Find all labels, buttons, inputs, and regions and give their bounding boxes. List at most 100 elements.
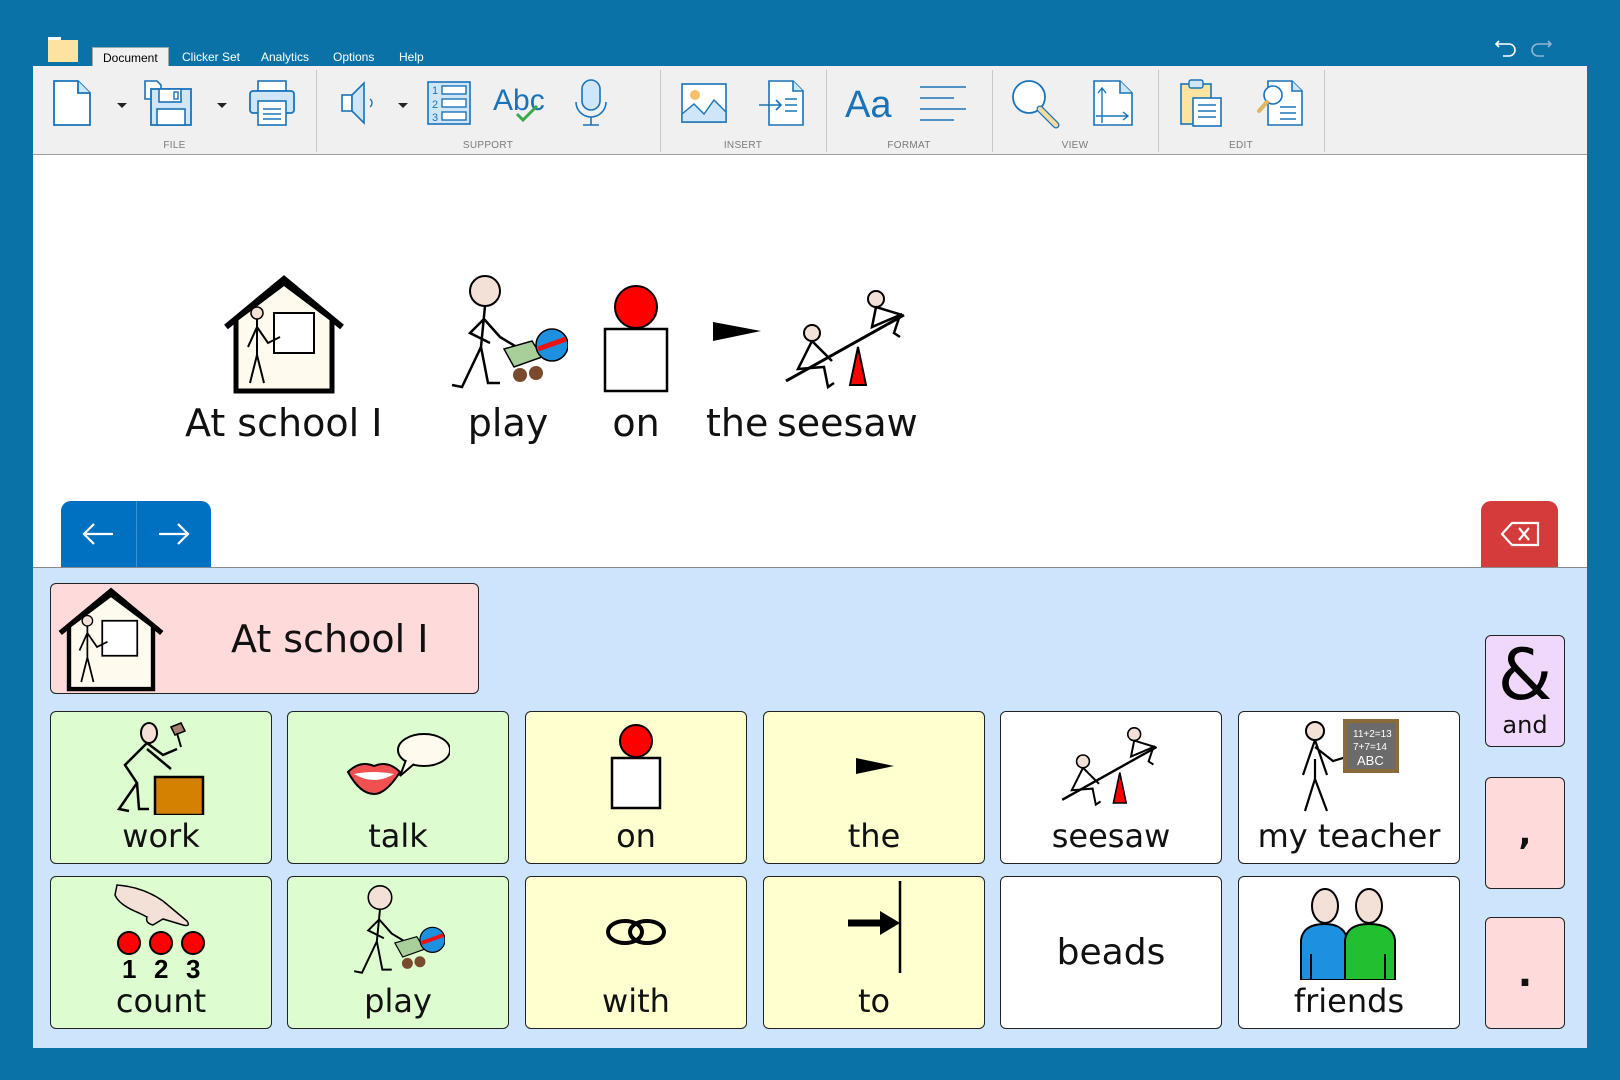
page-size-button[interactable] — [1086, 76, 1140, 130]
tab-analytics[interactable]: Analytics — [251, 47, 319, 67]
svg-text:Aa: Aa — [845, 84, 892, 126]
grid-cell-friends[interactable]: friends — [1238, 876, 1460, 1029]
school-symbol — [220, 265, 348, 395]
document-word[interactable]: seesaw — [777, 265, 918, 445]
new-document-button[interactable] — [45, 76, 99, 130]
new-document-dropdown[interactable] — [115, 100, 129, 110]
grid-cell-label: on — [616, 817, 656, 855]
svg-text:1: 1 — [432, 85, 438, 97]
print-button[interactable] — [245, 76, 299, 130]
group-separator — [1324, 70, 1325, 152]
the-symbol — [709, 265, 765, 395]
document-word-label: seesaw — [777, 401, 918, 445]
seesaw-symbol — [1059, 712, 1163, 817]
save-button[interactable] — [141, 76, 195, 130]
grid-cell-label: . — [1517, 951, 1533, 995]
group-label-insert: INSERT — [723, 140, 763, 151]
grid-cell-play[interactable]: play — [287, 876, 509, 1029]
grid-cell-label: beads — [1056, 932, 1166, 973]
font-icon: Aa — [845, 84, 892, 126]
play-symbol — [448, 265, 568, 395]
grid-cell-to[interactable]: to — [763, 876, 985, 1029]
group-label-format: FORMAT — [887, 140, 931, 151]
numbered-list-icon: 1 23 — [427, 81, 471, 125]
previous-word-button[interactable] — [61, 501, 136, 567]
svg-text:3: 3 — [432, 112, 438, 124]
grid-cell-on[interactable]: on — [525, 711, 747, 864]
find-button[interactable] — [1253, 76, 1307, 130]
microphone-button[interactable] — [564, 76, 618, 130]
document-word[interactable]: the — [706, 265, 768, 445]
spellcheck-button[interactable]: Abc — [490, 76, 545, 130]
page-size-icon — [1093, 80, 1133, 126]
document-word-label: At school I — [185, 401, 383, 445]
grid-cell-label: , — [1518, 813, 1532, 853]
paragraph-align-icon — [920, 86, 966, 121]
grid-cell-label: count — [115, 982, 207, 1020]
next-word-button[interactable] — [135, 501, 212, 567]
insert-picture-button[interactable] — [677, 76, 731, 130]
talk-symbol — [346, 712, 450, 817]
spellcheck-icon: Abc — [493, 84, 545, 123]
clicker-grid: At school I work talk on the seesaw 11+2… — [33, 567, 1587, 1048]
tab-document[interactable]: Document — [92, 47, 169, 68]
count-number: 1 — [122, 954, 136, 981]
grid-cell-period[interactable]: . — [1485, 917, 1565, 1029]
document-word[interactable]: on — [601, 265, 671, 445]
tab-clicker-set[interactable]: Clicker Set — [172, 47, 250, 67]
sentence-cell[interactable]: At school I — [50, 583, 479, 694]
paragraph-align-button[interactable] — [916, 76, 970, 130]
work-symbol — [115, 712, 207, 817]
grid-cell-seesaw[interactable]: seesaw — [1000, 711, 1222, 864]
grid-cell-with[interactable]: with — [525, 876, 747, 1029]
redo-icon[interactable] — [1527, 34, 1553, 60]
microphone-icon — [575, 79, 607, 126]
group-label-file: FILE — [163, 140, 186, 151]
grid-cell-the[interactable]: the — [763, 711, 985, 864]
the-symbol — [852, 712, 896, 817]
paste-button[interactable] — [1175, 76, 1229, 130]
save-dropdown[interactable] — [215, 100, 229, 110]
grid-cell-work[interactable]: work — [50, 711, 272, 864]
ampersand-symbol: & — [1497, 635, 1553, 716]
grid-cell-label: and — [1502, 711, 1548, 739]
document-area[interactable]: At school I play on the seesaw — [33, 155, 1587, 567]
insert-file-icon — [759, 80, 804, 126]
on-symbol — [610, 712, 662, 817]
delete-word-button[interactable] — [1481, 501, 1558, 567]
grid-cell-my-teacher[interactable]: 11+2=13 7+7=14 ABC my teacher — [1238, 711, 1460, 864]
zoom-button[interactable] — [1008, 76, 1062, 130]
arrow-left-icon — [82, 523, 114, 545]
grid-cell-label: to — [857, 982, 891, 1020]
grid-cell-label: seesaw — [1051, 817, 1171, 855]
grid-cell-talk[interactable]: talk — [287, 711, 509, 864]
font-button[interactable]: Aa — [842, 76, 896, 130]
svg-text:2: 2 — [432, 99, 438, 111]
tab-options[interactable]: Options — [323, 47, 384, 67]
grid-cell-label: play — [364, 982, 432, 1020]
grid-cell-label: talk — [368, 817, 428, 855]
insert-file-button[interactable] — [755, 76, 809, 130]
on-symbol — [601, 265, 671, 395]
paste-icon — [1180, 79, 1222, 127]
speech-button[interactable] — [333, 76, 387, 130]
document-word[interactable]: play — [448, 265, 568, 445]
arrow-right-icon — [158, 523, 190, 545]
grid-cell-beads[interactable]: beads — [1000, 876, 1222, 1029]
speech-dropdown[interactable] — [396, 100, 410, 110]
grid-cell-count[interactable]: 123 count — [50, 876, 272, 1029]
grid-cell-and[interactable]: & and — [1485, 635, 1565, 747]
teacher-symbol: 11+2=13 7+7=14 ABC — [1299, 712, 1399, 817]
board-line: 11+2=13 — [1353, 729, 1392, 740]
tab-help[interactable]: Help — [389, 47, 434, 67]
folder-icon[interactable] — [48, 37, 78, 62]
document-word-label: play — [467, 401, 549, 445]
document-word-label: the — [706, 401, 769, 445]
to-symbol — [844, 877, 904, 982]
grid-cell-comma[interactable]: , — [1485, 777, 1565, 889]
undo-icon[interactable] — [1494, 34, 1520, 60]
document-word[interactable]: At school I — [185, 265, 382, 445]
board-line: ABC — [1357, 753, 1384, 768]
print-icon — [249, 80, 295, 126]
numbered-list-button[interactable]: 1 23 — [422, 76, 476, 130]
